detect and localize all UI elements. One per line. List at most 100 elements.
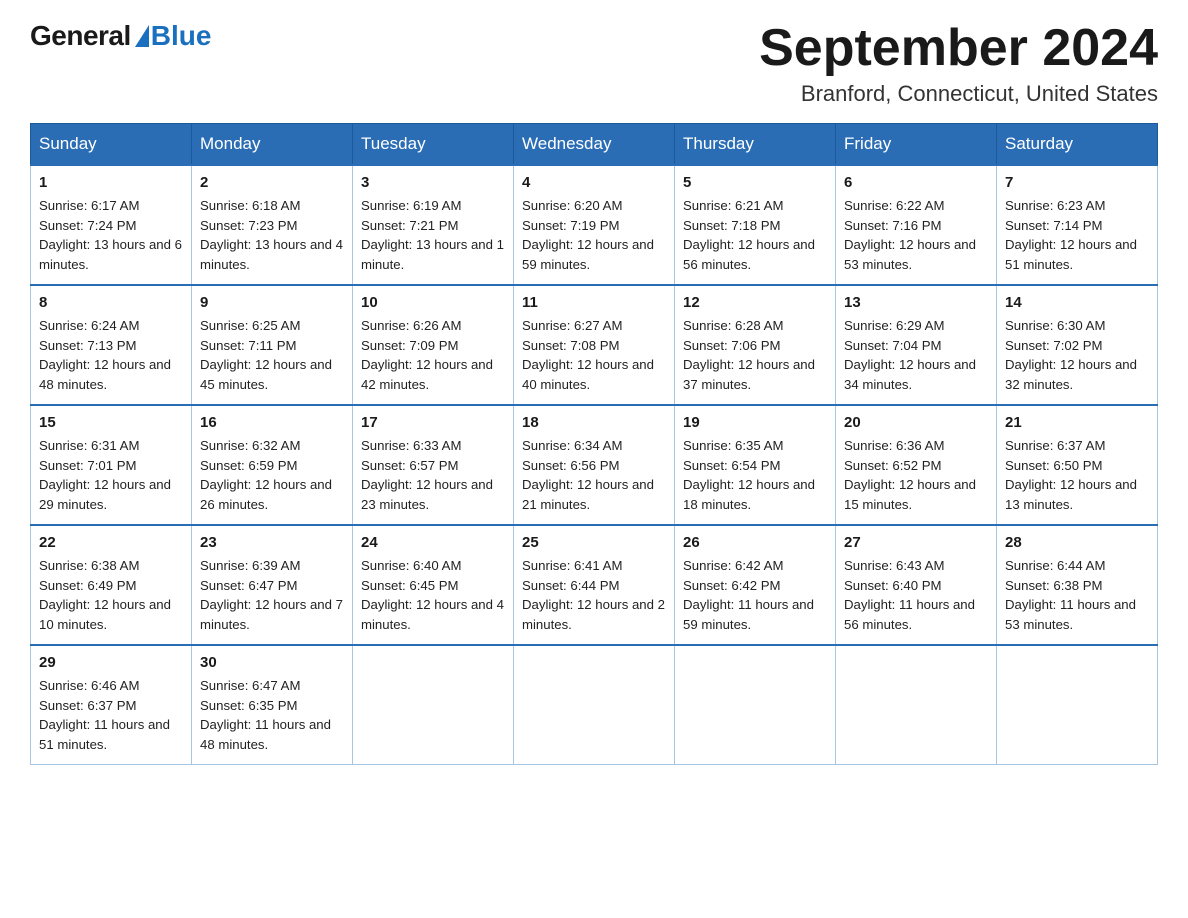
calendar-cell: [353, 645, 514, 765]
day-info: Sunrise: 6:26 AMSunset: 7:09 PMDaylight:…: [361, 318, 493, 392]
day-number: 15: [39, 412, 183, 434]
calendar-cell: 11 Sunrise: 6:27 AMSunset: 7:08 PMDaylig…: [514, 285, 675, 405]
day-info: Sunrise: 6:31 AMSunset: 7:01 PMDaylight:…: [39, 438, 171, 512]
day-info: Sunrise: 6:24 AMSunset: 7:13 PMDaylight:…: [39, 318, 171, 392]
day-number: 28: [1005, 532, 1149, 554]
logo-general-text: General: [30, 20, 131, 52]
day-number: 1: [39, 172, 183, 194]
day-number: 11: [522, 292, 666, 314]
day-info: Sunrise: 6:27 AMSunset: 7:08 PMDaylight:…: [522, 318, 654, 392]
calendar-cell: 4 Sunrise: 6:20 AMSunset: 7:19 PMDayligh…: [514, 165, 675, 285]
day-info: Sunrise: 6:47 AMSunset: 6:35 PMDaylight:…: [200, 678, 331, 752]
day-info: Sunrise: 6:39 AMSunset: 6:47 PMDaylight:…: [200, 558, 343, 632]
day-number: 4: [522, 172, 666, 194]
calendar-cell: 2 Sunrise: 6:18 AMSunset: 7:23 PMDayligh…: [192, 165, 353, 285]
day-number: 18: [522, 412, 666, 434]
calendar-cell: 29 Sunrise: 6:46 AMSunset: 6:37 PMDaylig…: [31, 645, 192, 765]
header-thursday: Thursday: [675, 124, 836, 166]
calendar-cell: [997, 645, 1158, 765]
calendar-cell: 28 Sunrise: 6:44 AMSunset: 6:38 PMDaylig…: [997, 525, 1158, 645]
week-row-3: 15 Sunrise: 6:31 AMSunset: 7:01 PMDaylig…: [31, 405, 1158, 525]
calendar-cell: 6 Sunrise: 6:22 AMSunset: 7:16 PMDayligh…: [836, 165, 997, 285]
day-number: 2: [200, 172, 344, 194]
day-info: Sunrise: 6:46 AMSunset: 6:37 PMDaylight:…: [39, 678, 170, 752]
day-number: 27: [844, 532, 988, 554]
calendar-cell: 26 Sunrise: 6:42 AMSunset: 6:42 PMDaylig…: [675, 525, 836, 645]
day-number: 25: [522, 532, 666, 554]
day-number: 10: [361, 292, 505, 314]
calendar-cell: 15 Sunrise: 6:31 AMSunset: 7:01 PMDaylig…: [31, 405, 192, 525]
calendar-cell: 27 Sunrise: 6:43 AMSunset: 6:40 PMDaylig…: [836, 525, 997, 645]
day-info: Sunrise: 6:23 AMSunset: 7:14 PMDaylight:…: [1005, 198, 1137, 272]
day-info: Sunrise: 6:30 AMSunset: 7:02 PMDaylight:…: [1005, 318, 1137, 392]
day-info: Sunrise: 6:37 AMSunset: 6:50 PMDaylight:…: [1005, 438, 1137, 512]
day-number: 23: [200, 532, 344, 554]
title-block: September 2024 Branford, Connecticut, Un…: [759, 20, 1158, 107]
day-number: 24: [361, 532, 505, 554]
day-info: Sunrise: 6:25 AMSunset: 7:11 PMDaylight:…: [200, 318, 332, 392]
day-info: Sunrise: 6:41 AMSunset: 6:44 PMDaylight:…: [522, 558, 665, 632]
calendar-cell: 14 Sunrise: 6:30 AMSunset: 7:02 PMDaylig…: [997, 285, 1158, 405]
header-saturday: Saturday: [997, 124, 1158, 166]
calendar-cell: 22 Sunrise: 6:38 AMSunset: 6:49 PMDaylig…: [31, 525, 192, 645]
calendar-cell: 10 Sunrise: 6:26 AMSunset: 7:09 PMDaylig…: [353, 285, 514, 405]
day-number: 22: [39, 532, 183, 554]
header-sunday: Sunday: [31, 124, 192, 166]
day-info: Sunrise: 6:34 AMSunset: 6:56 PMDaylight:…: [522, 438, 654, 512]
day-info: Sunrise: 6:33 AMSunset: 6:57 PMDaylight:…: [361, 438, 493, 512]
calendar-cell: 1 Sunrise: 6:17 AMSunset: 7:24 PMDayligh…: [31, 165, 192, 285]
day-info: Sunrise: 6:22 AMSunset: 7:16 PMDaylight:…: [844, 198, 976, 272]
day-number: 16: [200, 412, 344, 434]
header-friday: Friday: [836, 124, 997, 166]
header-monday: Monday: [192, 124, 353, 166]
calendar-cell: 12 Sunrise: 6:28 AMSunset: 7:06 PMDaylig…: [675, 285, 836, 405]
day-info: Sunrise: 6:44 AMSunset: 6:38 PMDaylight:…: [1005, 558, 1136, 632]
calendar-cell: [675, 645, 836, 765]
day-number: 14: [1005, 292, 1149, 314]
day-number: 19: [683, 412, 827, 434]
day-number: 7: [1005, 172, 1149, 194]
day-number: 17: [361, 412, 505, 434]
calendar-cell: 9 Sunrise: 6:25 AMSunset: 7:11 PMDayligh…: [192, 285, 353, 405]
day-number: 26: [683, 532, 827, 554]
calendar-table: Sunday Monday Tuesday Wednesday Thursday…: [30, 123, 1158, 765]
calendar-cell: 23 Sunrise: 6:39 AMSunset: 6:47 PMDaylig…: [192, 525, 353, 645]
day-number: 29: [39, 652, 183, 674]
week-row-4: 22 Sunrise: 6:38 AMSunset: 6:49 PMDaylig…: [31, 525, 1158, 645]
calendar-cell: [836, 645, 997, 765]
day-info: Sunrise: 6:21 AMSunset: 7:18 PMDaylight:…: [683, 198, 815, 272]
day-number: 6: [844, 172, 988, 194]
day-info: Sunrise: 6:38 AMSunset: 6:49 PMDaylight:…: [39, 558, 171, 632]
header-wednesday: Wednesday: [514, 124, 675, 166]
calendar-cell: 7 Sunrise: 6:23 AMSunset: 7:14 PMDayligh…: [997, 165, 1158, 285]
calendar-title: September 2024: [759, 20, 1158, 77]
calendar-cell: 30 Sunrise: 6:47 AMSunset: 6:35 PMDaylig…: [192, 645, 353, 765]
day-info: Sunrise: 6:17 AMSunset: 7:24 PMDaylight:…: [39, 198, 182, 272]
page-header: General Blue September 2024 Branford, Co…: [30, 20, 1158, 107]
day-info: Sunrise: 6:18 AMSunset: 7:23 PMDaylight:…: [200, 198, 343, 272]
day-info: Sunrise: 6:40 AMSunset: 6:45 PMDaylight:…: [361, 558, 504, 632]
calendar-cell: 16 Sunrise: 6:32 AMSunset: 6:59 PMDaylig…: [192, 405, 353, 525]
day-info: Sunrise: 6:43 AMSunset: 6:40 PMDaylight:…: [844, 558, 975, 632]
day-info: Sunrise: 6:42 AMSunset: 6:42 PMDaylight:…: [683, 558, 814, 632]
header-tuesday: Tuesday: [353, 124, 514, 166]
calendar-cell: 8 Sunrise: 6:24 AMSunset: 7:13 PMDayligh…: [31, 285, 192, 405]
week-row-1: 1 Sunrise: 6:17 AMSunset: 7:24 PMDayligh…: [31, 165, 1158, 285]
day-info: Sunrise: 6:28 AMSunset: 7:06 PMDaylight:…: [683, 318, 815, 392]
calendar-subtitle: Branford, Connecticut, United States: [759, 81, 1158, 107]
calendar-cell: 20 Sunrise: 6:36 AMSunset: 6:52 PMDaylig…: [836, 405, 997, 525]
day-info: Sunrise: 6:19 AMSunset: 7:21 PMDaylight:…: [361, 198, 504, 272]
calendar-cell: 24 Sunrise: 6:40 AMSunset: 6:45 PMDaylig…: [353, 525, 514, 645]
week-row-2: 8 Sunrise: 6:24 AMSunset: 7:13 PMDayligh…: [31, 285, 1158, 405]
day-number: 9: [200, 292, 344, 314]
logo-blue-text: Blue: [151, 20, 212, 52]
logo-triangle-icon: [135, 25, 149, 47]
day-info: Sunrise: 6:35 AMSunset: 6:54 PMDaylight:…: [683, 438, 815, 512]
day-number: 3: [361, 172, 505, 194]
day-number: 20: [844, 412, 988, 434]
day-info: Sunrise: 6:32 AMSunset: 6:59 PMDaylight:…: [200, 438, 332, 512]
day-number: 13: [844, 292, 988, 314]
day-number: 8: [39, 292, 183, 314]
week-row-5: 29 Sunrise: 6:46 AMSunset: 6:37 PMDaylig…: [31, 645, 1158, 765]
day-info: Sunrise: 6:36 AMSunset: 6:52 PMDaylight:…: [844, 438, 976, 512]
